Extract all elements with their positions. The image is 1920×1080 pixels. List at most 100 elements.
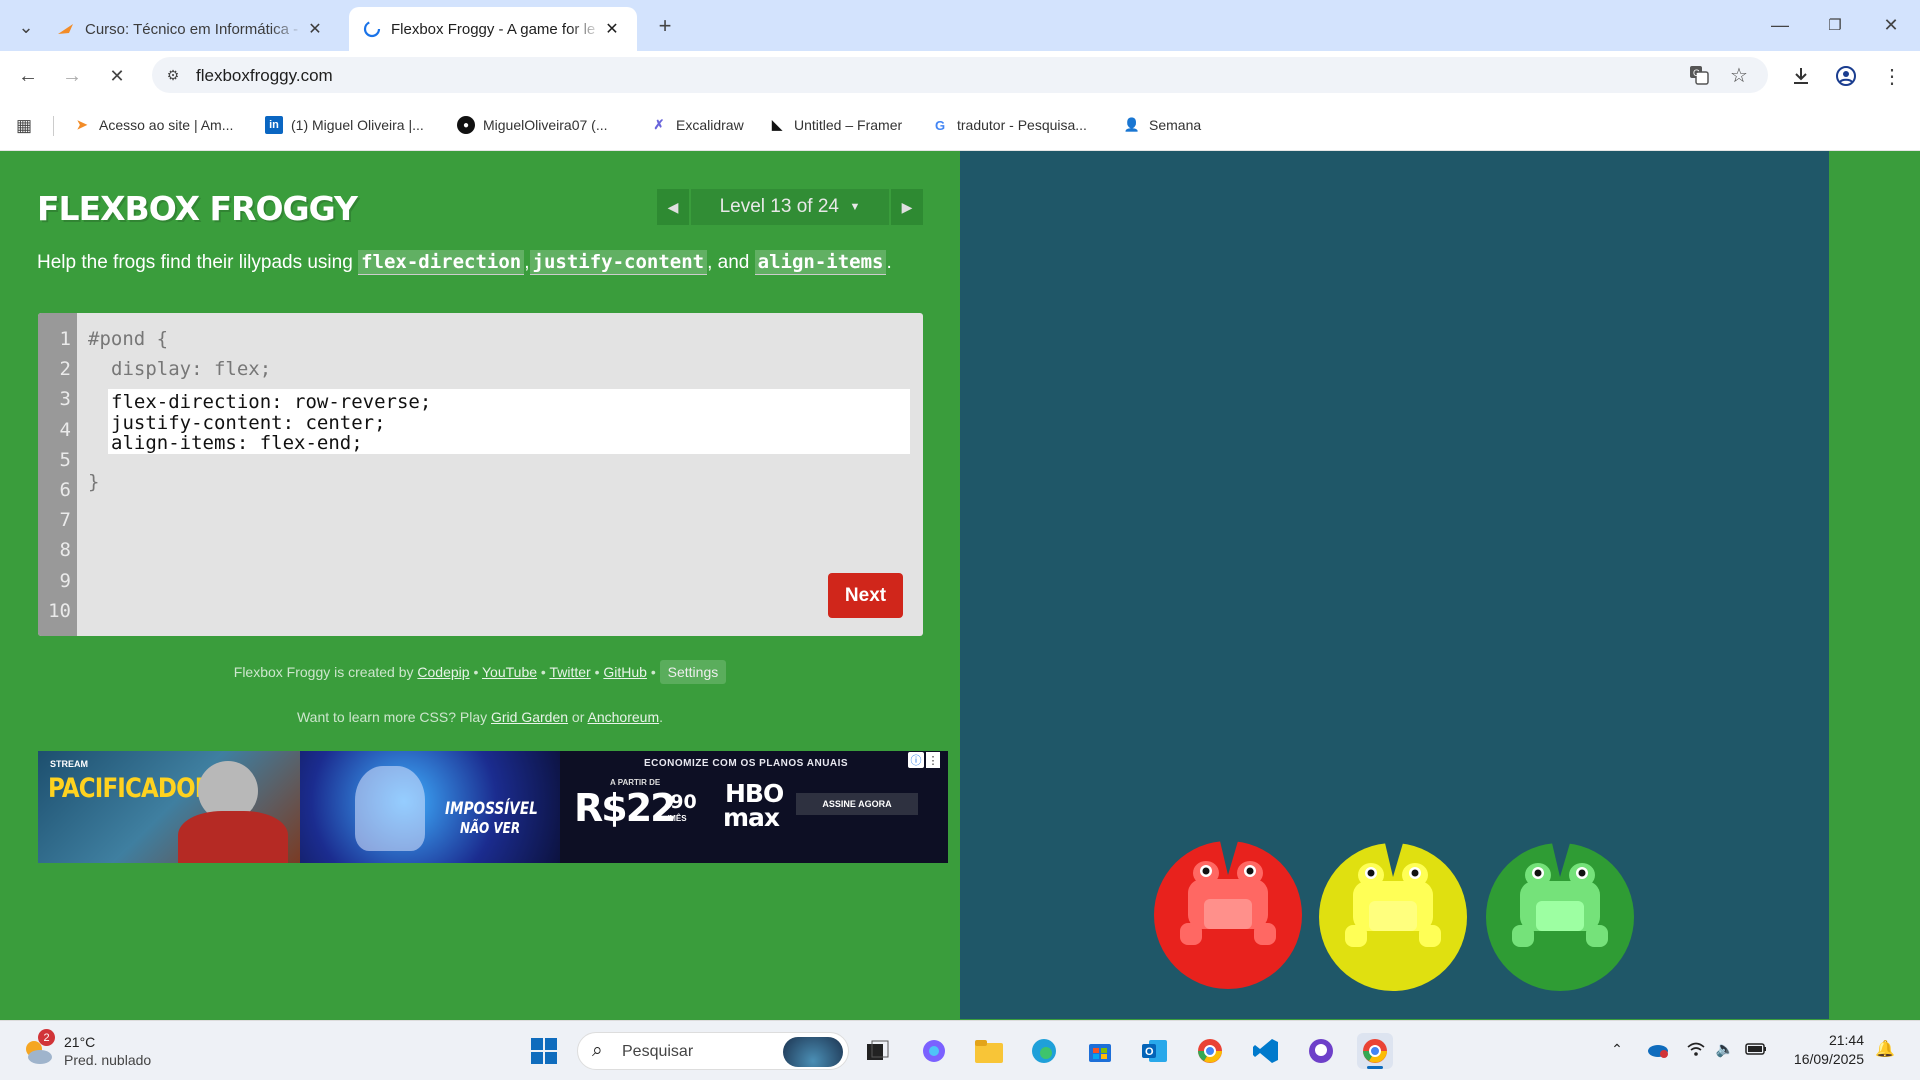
weather-temp[interactable]: 21°C [64, 1034, 95, 1050]
bookmark-label: tradutor - Pesquisa... [957, 117, 1087, 133]
bookmark-star-icon[interactable]: ☆ [1726, 62, 1752, 88]
weather-desc[interactable]: Pred. nublado [64, 1052, 151, 1068]
site-info-icon[interactable]: ⚙ [162, 64, 184, 86]
ad-text: NÃO VER [460, 819, 521, 837]
credits-text: Flexbox Froggy is created by [233, 664, 418, 680]
level-dropdown[interactable]: Level 13 of 24 ▼ [691, 189, 889, 225]
separator: . [886, 252, 892, 273]
ad-price: R$22 [574, 786, 677, 830]
anchoreum-link[interactable]: Anchoreum [588, 709, 660, 725]
taskbar-search-box[interactable]: ⌕ Pesquisar [577, 1032, 849, 1070]
search-highlight-image [783, 1037, 843, 1067]
codepip-link[interactable]: Codepip [417, 664, 469, 680]
svg-text:O: O [1145, 1046, 1154, 1058]
show-hidden-icons-icon[interactable]: ⌃ [1606, 1037, 1628, 1061]
search-icon: ⌕ [592, 1040, 603, 1061]
task-view-icon[interactable] [860, 1033, 896, 1069]
bookmark-linkedin[interactable]: in (1) Miguel Oliveira |... [265, 114, 424, 136]
forward-icon[interactable]: → [58, 62, 86, 90]
stop-loading-icon[interactable]: ✕ [103, 62, 131, 90]
frog-pupil [1578, 869, 1586, 877]
grid-garden-link[interactable]: Grid Garden [491, 709, 568, 725]
notifications-bell-icon[interactable]: 🔔 [1873, 1037, 1897, 1061]
apps-grid-icon[interactable]: ▦ [12, 114, 36, 138]
tab-flexbox-froggy[interactable]: Flexbox Froggy - A game for le ✕ [349, 7, 637, 51]
advertisement-banner[interactable]: STREAM PACIFICADOR IMPOSSÍVEL NÃO VER EC… [38, 751, 948, 863]
bookmark-framer[interactable]: ◣ Untitled – Framer [768, 114, 902, 136]
chrome-active-icon[interactable] [1357, 1033, 1393, 1069]
frog-pupil [1534, 869, 1542, 877]
pond-board [960, 151, 1829, 1019]
wifi-icon[interactable] [1684, 1037, 1708, 1061]
battery-icon[interactable] [1743, 1037, 1769, 1061]
translate-icon[interactable]: G [1686, 62, 1712, 88]
youtube-link[interactable]: YouTube [482, 664, 537, 680]
close-window-icon[interactable]: ✕ [1876, 10, 1906, 40]
code-line: display: flex; [111, 358, 272, 380]
bookmark-semana[interactable]: 👤 Semana [1123, 114, 1201, 136]
microsoft-store-icon[interactable] [1082, 1033, 1118, 1069]
start-button-icon[interactable] [526, 1033, 562, 1069]
settings-button[interactable]: Settings [659, 660, 727, 684]
keyword-justify-content: justify-content [529, 250, 708, 275]
chrome-icon[interactable] [1192, 1033, 1228, 1069]
ad-price-cents: ,90 [663, 791, 697, 813]
minimize-icon[interactable]: — [1765, 10, 1795, 40]
active-indicator [1367, 1066, 1383, 1069]
vscode-icon[interactable] [1248, 1033, 1284, 1069]
file-explorer-icon[interactable] [971, 1033, 1007, 1069]
close-tab-icon[interactable]: ✕ [601, 18, 623, 40]
restore-icon[interactable]: ❐ [1820, 10, 1850, 40]
prev-level-icon[interactable]: ◀ [657, 189, 689, 225]
ad-options-icon[interactable]: ⋮ [926, 752, 940, 768]
clock-time[interactable]: 21:44 [1780, 1032, 1864, 1048]
onedrive-icon[interactable] [1645, 1037, 1671, 1061]
bookmark-github[interactable]: ● MiguelOliveira07 (... [457, 114, 608, 136]
hero-body-image [178, 811, 288, 863]
frog-pupil [1411, 869, 1419, 877]
twitter-link[interactable]: Twitter [549, 664, 590, 680]
volume-icon[interactable]: 🔈 [1713, 1037, 1737, 1061]
tab-curso[interactable]: Curso: Técnico em Informática - ✕ [43, 7, 340, 51]
github-link[interactable]: GitHub [603, 664, 647, 680]
css-input-textarea[interactable]: flex-direction: row-reverse; justify-con… [108, 389, 910, 454]
ad-cta-button[interactable]: ASSINE AGORA [796, 793, 918, 815]
edge-icon[interactable] [1026, 1033, 1062, 1069]
url-text[interactable]: flexboxfroggy.com [196, 66, 333, 86]
bookmark-tradutor[interactable]: Gtradutor - Pesquisa... [931, 114, 1087, 136]
bullet: • [469, 664, 482, 680]
bookmark-label: MiguelOliveira07 (... [483, 117, 608, 133]
tab-title: Curso: Técnico em Informática - [85, 20, 299, 38]
code-line: #pond { [88, 328, 169, 350]
bookmark-label: Acesso ao site | Am... [99, 117, 234, 133]
tab-strip: ⌄ Curso: Técnico em Informática - ✕ Flex… [0, 0, 1920, 51]
outlook-icon[interactable]: O [1137, 1033, 1173, 1069]
back-icon[interactable]: ← [14, 62, 42, 90]
ad-badge: STREAM [50, 759, 88, 769]
bookmark-excalidraw[interactable]: ✗ Excalidraw [650, 114, 744, 136]
next-button[interactable]: Next [828, 573, 903, 618]
bullet: • [590, 664, 604, 680]
weather-widget-icon[interactable]: 2 [20, 1029, 56, 1069]
ad-info-icon[interactable]: ⓘ [908, 752, 924, 768]
ad-panel-pacificador[interactable]: STREAM PACIFICADOR [38, 751, 300, 863]
profile-icon[interactable] [1832, 62, 1860, 90]
github-desktop-icon[interactable] [1303, 1033, 1339, 1069]
menu-kebab-icon[interactable]: ⋮ [1878, 62, 1906, 90]
ad-panel-hbomax[interactable]: ECONOMIZE COM OS PLANOS ANUAIS A PARTIR … [560, 751, 948, 863]
frog-pupil [1202, 867, 1210, 875]
game-logo: FLEXBOX FROGGY [37, 189, 358, 228]
windows-taskbar: 2 21°C Pred. nublado ⌕ Pesquisar O ⌃ 🔈 2… [0, 1020, 1920, 1080]
ad-title: PACIFICADOR [48, 773, 212, 804]
address-bar[interactable]: ⚙ flexboxfroggy.com G ☆ [152, 57, 1768, 93]
new-tab-icon[interactable]: + [651, 12, 679, 40]
next-level-icon[interactable]: ▶ [891, 189, 923, 225]
bookmark-acesso[interactable]: ➤ Acesso ao site | Am... [73, 114, 234, 136]
ad-panel-champions[interactable]: IMPOSSÍVEL NÃO VER [300, 751, 560, 863]
downloads-icon[interactable] [1787, 62, 1815, 90]
close-tab-icon[interactable]: ✕ [304, 18, 326, 40]
tab-search-chevron-icon[interactable]: ⌄ [13, 14, 39, 40]
clock-date[interactable]: 16/09/2025 [1780, 1051, 1864, 1067]
frog-leg [1419, 925, 1441, 947]
copilot-icon[interactable] [916, 1033, 952, 1069]
